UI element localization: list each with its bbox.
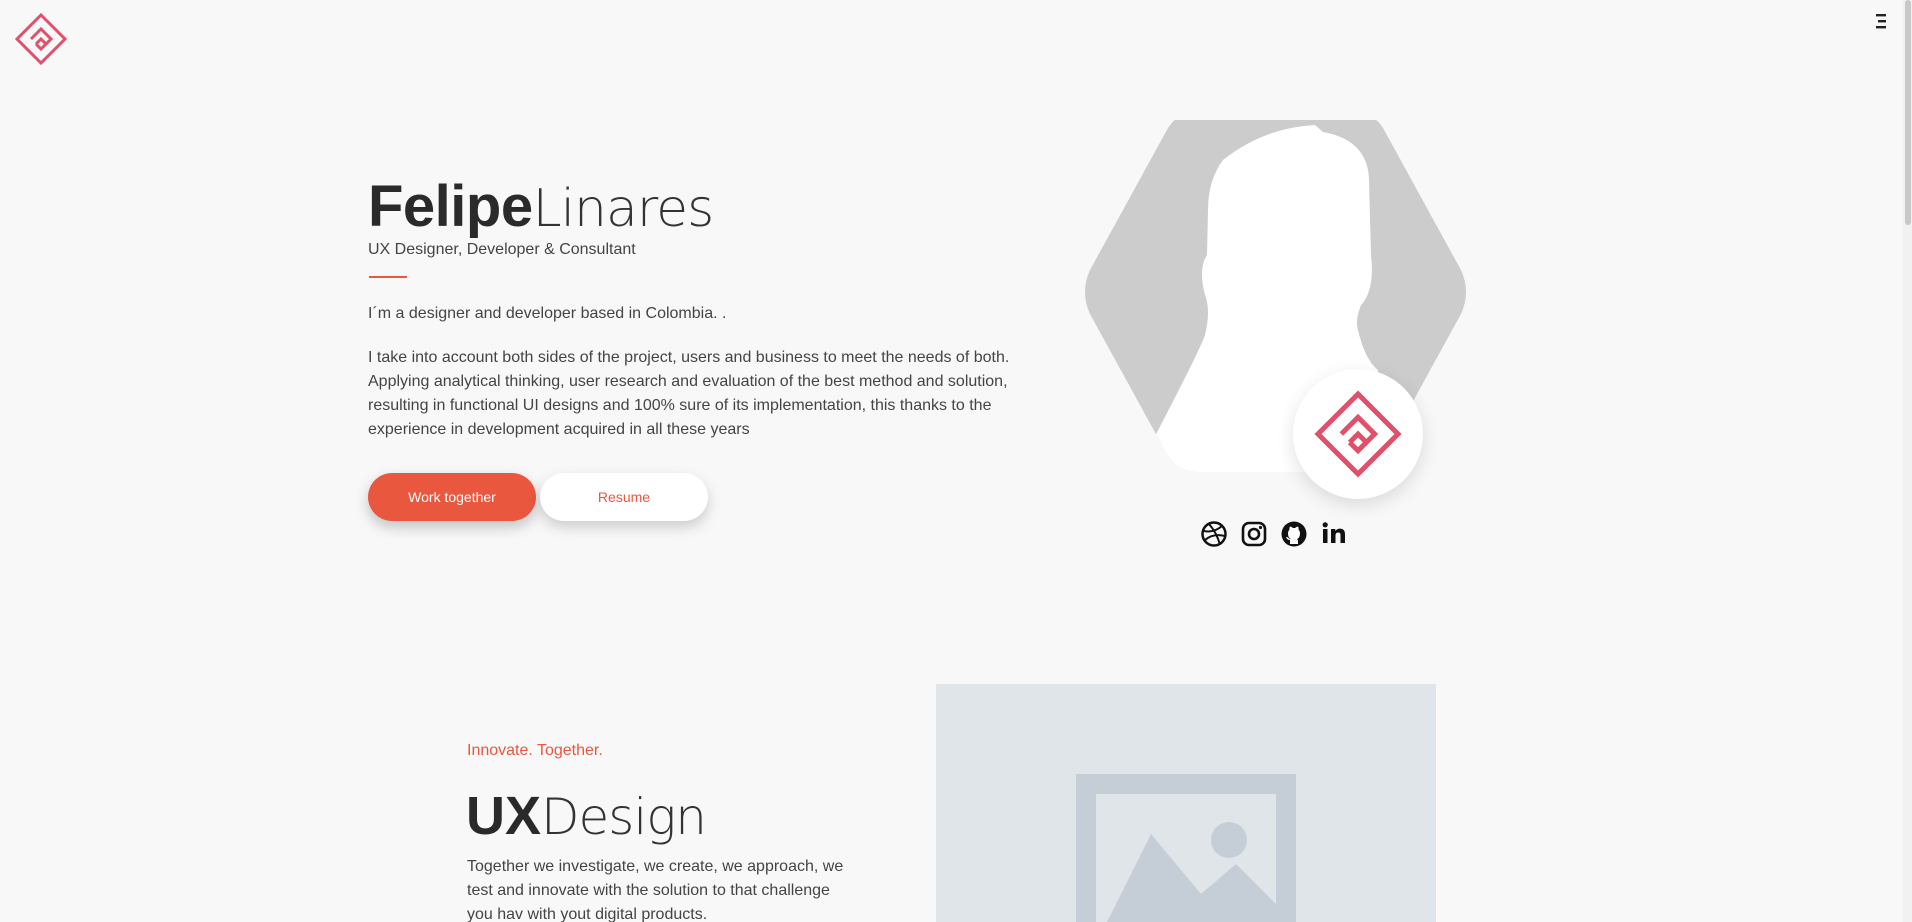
section-description: Together we investigate, we create, we a… bbox=[467, 858, 844, 922]
fl-diamond-badge-icon bbox=[1314, 390, 1402, 478]
hero-first-name: Felipe bbox=[368, 174, 533, 239]
dribbble-icon[interactable] bbox=[1200, 520, 1228, 548]
github-icon[interactable] bbox=[1280, 520, 1308, 548]
hero-name: FelipeLinares bbox=[368, 172, 715, 244]
work-together-button[interactable]: Work together bbox=[368, 473, 536, 521]
social-links bbox=[1200, 520, 1348, 548]
instagram-icon[interactable] bbox=[1240, 520, 1268, 548]
section-tagline: Innovate. Together. bbox=[467, 742, 603, 759]
section-title: UXDesign bbox=[466, 784, 707, 849]
hero-description: I take into account both sides of the pr… bbox=[368, 349, 1010, 438]
hamburger-menu-icon bbox=[1876, 14, 1886, 29]
hero-divider bbox=[369, 276, 407, 278]
resume-button[interactable]: Resume bbox=[540, 473, 708, 521]
fl-diamond-logo-icon bbox=[14, 12, 68, 66]
image-placeholder-icon bbox=[1076, 774, 1296, 922]
scrollbar-thumb[interactable] bbox=[1905, 0, 1911, 225]
linkedin-icon[interactable] bbox=[1320, 520, 1348, 548]
logo-badge bbox=[1293, 369, 1423, 499]
hero-role: UX Designer, Developer & Consultant bbox=[368, 241, 636, 258]
image-placeholder bbox=[936, 684, 1436, 922]
section-title-bold: UX bbox=[466, 786, 542, 846]
hero-last-name: Linares bbox=[532, 179, 715, 239]
section-title-light: Design bbox=[541, 788, 707, 846]
logo[interactable] bbox=[14, 12, 68, 66]
menu-button[interactable] bbox=[1872, 12, 1888, 30]
hero-intro: I´m a designer and developer based in Co… bbox=[368, 305, 727, 322]
